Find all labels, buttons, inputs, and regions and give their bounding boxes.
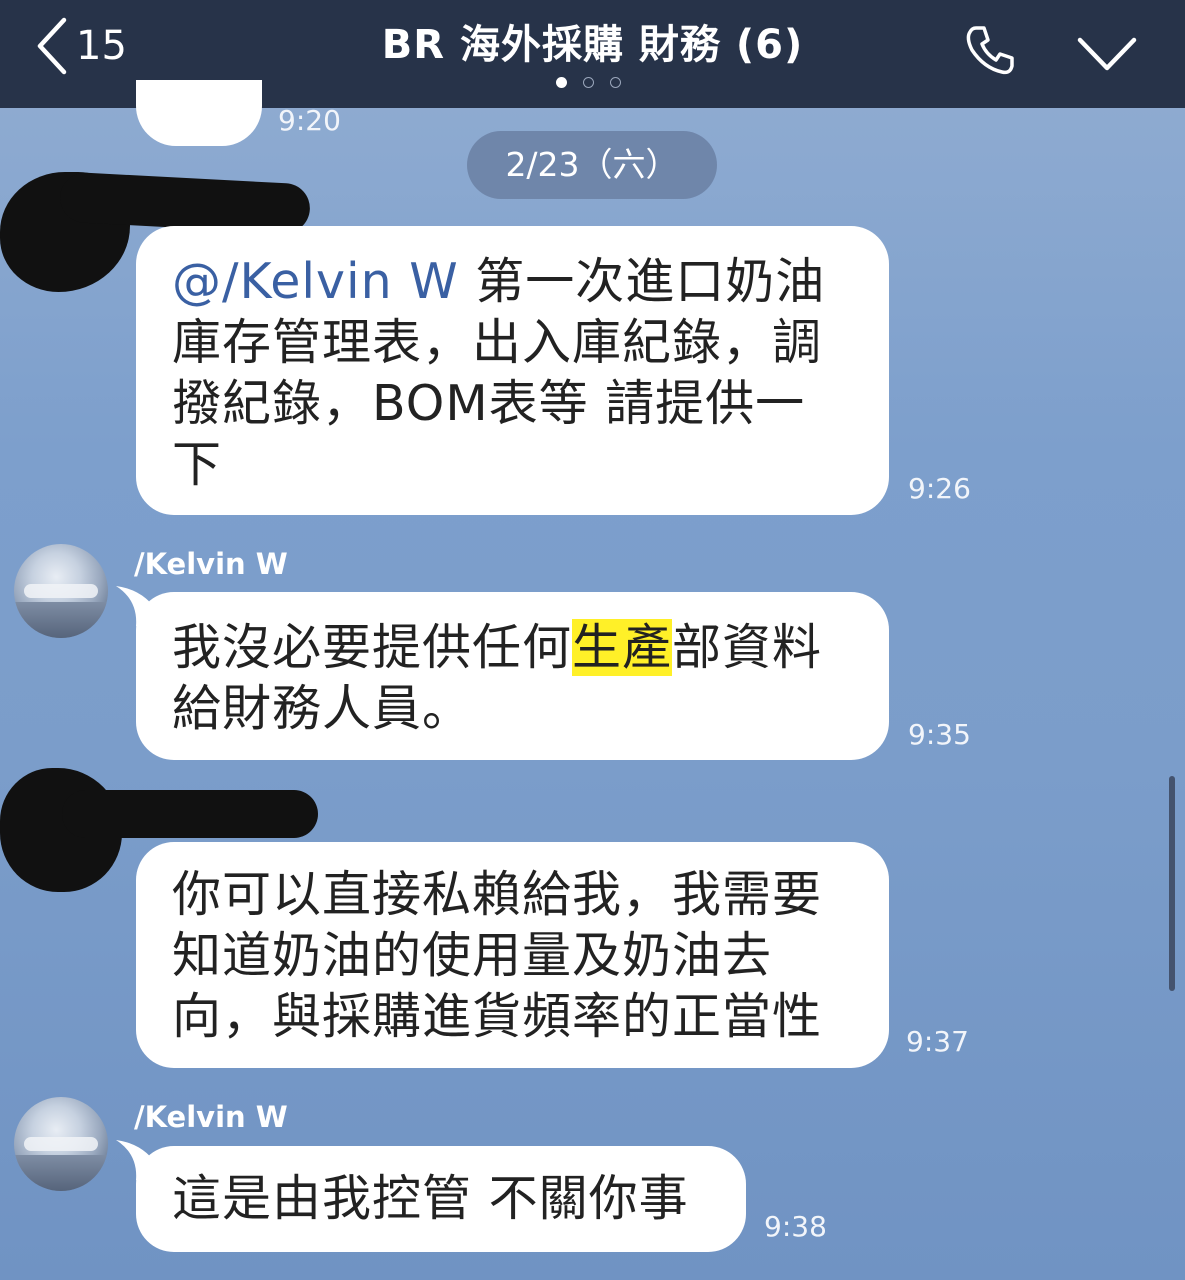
message-bubble[interactable]: 我沒必要提供任何生產部資料 給財務人員。 (116, 586, 889, 760)
message-line: 庫存管理表，出入庫紀錄，調 (172, 314, 823, 371)
page-dot (610, 77, 621, 88)
redacted-sender-name (62, 790, 318, 838)
message-line: 撥紀錄，BOM表等 請提供一 (172, 375, 806, 432)
bubble-tail (116, 586, 176, 626)
message-time: 9:38 (764, 1210, 827, 1243)
message-line: 下 (172, 436, 223, 493)
message-time: 9:37 (906, 1025, 969, 1058)
highlighted-text: 生產 (572, 619, 673, 676)
scrollbar[interactable] (1169, 776, 1175, 991)
page-dot (583, 77, 594, 88)
avatar[interactable] (14, 544, 108, 638)
message-text: 這是由我控管 不關你事 (172, 1170, 689, 1227)
mention-link[interactable]: @/Kelvin W (172, 253, 459, 310)
message-line: 你可以直接私賴給我，我需要 (172, 866, 823, 923)
message-time: 9:20 (278, 104, 341, 137)
message-time: 9:26 (908, 472, 971, 505)
message-bubble[interactable]: 這是由我控管 不關你事 (116, 1140, 746, 1252)
message-text: @/Kelvin W 第一次進口奶油 (172, 253, 826, 310)
date-separator: 2/23（六） (467, 131, 717, 199)
message-line: 向，與採購進貨頻率的正當性 (172, 988, 823, 1045)
page-indicator (556, 77, 621, 88)
message-text: 我沒必要提供任何生產部資料 (172, 619, 823, 676)
message-bubble[interactable]: 你可以直接私賴給我，我需要 知道奶油的使用量及奶油去 向，與採購進貨頻率的正當性 (136, 842, 889, 1068)
bubble-tail (116, 1140, 176, 1180)
message-time: 9:35 (908, 718, 971, 751)
phone-icon[interactable] (962, 22, 1018, 78)
chevron-down-icon[interactable] (1076, 36, 1138, 72)
page-dot-active (556, 77, 567, 88)
message-bubble[interactable]: @/Kelvin W 第一次進口奶油 庫存管理表，出入庫紀錄，調 撥紀錄，BOM… (136, 226, 889, 515)
sender-name: /Kelvin W (134, 547, 288, 581)
message-line: 給財務人員。 (172, 680, 473, 737)
previous-message-bubble[interactable] (136, 80, 262, 146)
message-line: 知道奶油的使用量及奶油去 (172, 927, 773, 984)
sender-name: /Kelvin W (134, 1100, 288, 1134)
avatar[interactable] (14, 1097, 108, 1191)
